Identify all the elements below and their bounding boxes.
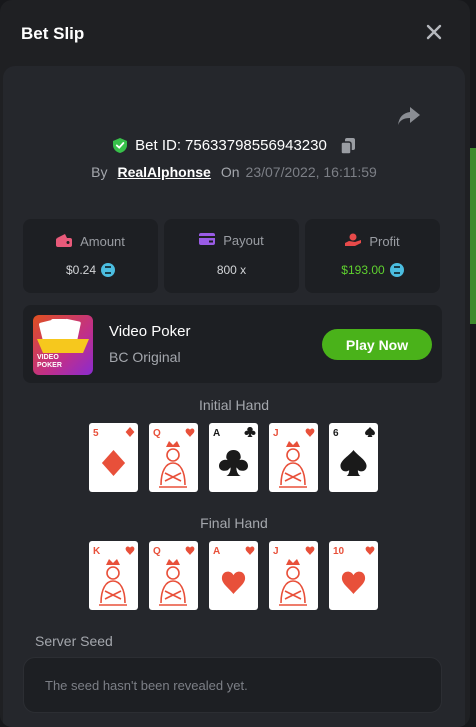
- final-card-2: Q: [149, 541, 198, 610]
- share-icon[interactable]: [397, 106, 421, 126]
- profit-value: $193.00: [341, 263, 385, 277]
- hearts-card-face: K: [93, 546, 135, 606]
- bet-author-row: By RealAlphonse On 23/07/2022, 16:11:59: [3, 164, 465, 180]
- clubs-small-icon: [244, 427, 256, 437]
- bet-slip-modal: Bet Slip Bet ID: 75633798556943230 By Re…: [0, 0, 470, 727]
- card-rank: A: [213, 428, 220, 439]
- card-rank: A: [213, 546, 220, 557]
- initial-hand-cards: 5 Q A J 6: [89, 423, 378, 492]
- final-card-3: A: [209, 541, 258, 610]
- hearts-large-icon: [341, 571, 366, 595]
- bet-stats: Amount $0.24 Payout 800 x Profit $193.00: [23, 219, 440, 293]
- copy-icon[interactable]: [340, 137, 355, 155]
- card-rank: J: [273, 546, 279, 557]
- hearts-small-icon: [125, 546, 135, 555]
- court-figure-icon: [99, 559, 127, 606]
- court-figure-icon: [279, 441, 307, 488]
- stat-profit: Profit $193.00: [305, 219, 440, 293]
- bcd-coin-icon: [101, 263, 116, 277]
- bet-id-label: Bet ID:: [135, 137, 182, 154]
- final-card-4: J: [269, 541, 318, 610]
- hearts-card-face: J: [273, 428, 315, 488]
- court-figure-icon: [159, 441, 187, 488]
- card-rank: 5: [93, 428, 99, 439]
- hearts-large-icon: [221, 571, 246, 595]
- hearts-card-face: A: [213, 546, 255, 595]
- hearts-small-icon: [365, 546, 375, 555]
- play-now-button[interactable]: Play Now: [322, 329, 432, 360]
- hearts-small-icon: [185, 546, 195, 555]
- amount-value: $0.24: [65, 263, 97, 277]
- stat-amount: Amount $0.24: [23, 219, 158, 293]
- game-title: Video Poker: [109, 323, 191, 340]
- final-hand-label: Final Hand: [200, 515, 268, 531]
- payout-value: 800 x: [216, 263, 247, 277]
- spades-card-face: 6: [333, 427, 375, 477]
- initial-card-1: 5: [89, 423, 138, 492]
- card-rank: 10: [333, 546, 345, 557]
- court-figure-icon: [159, 559, 187, 606]
- bet-date: 23/07/2022, 16:11:59: [245, 164, 377, 180]
- bet-id-row: Bet ID: 75633798556943230: [3, 137, 465, 155]
- hearts-card-face: Q: [153, 546, 195, 606]
- wallet-in-icon: [56, 233, 73, 250]
- clubs-card-face: A: [213, 427, 256, 477]
- hearts-card-face: J: [273, 546, 315, 606]
- hearts-small-icon: [305, 428, 315, 437]
- final-card-1: K: [89, 541, 138, 610]
- hearts-small-icon: [185, 428, 195, 437]
- card-rank: 6: [333, 428, 339, 439]
- initial-card-2: Q: [149, 423, 198, 492]
- thumb-label-line2: POKER: [37, 362, 62, 369]
- card-icon: [199, 233, 216, 248]
- initial-card-5: 6: [329, 423, 378, 492]
- hearts-small-icon: [245, 546, 255, 555]
- diamonds-large-icon: [101, 449, 126, 477]
- amount-label: Amount: [80, 234, 125, 249]
- game-card: VIDEO POKER Video Poker BC Original Play…: [23, 305, 442, 383]
- initial-hand-label: Initial Hand: [198, 397, 270, 413]
- bet-id-value: 75633798556943230: [185, 137, 327, 154]
- card-rank: Q: [153, 428, 161, 439]
- server-seed-field: The seed hasn't been revealed yet.: [23, 657, 442, 713]
- game-subtitle: BC Original: [109, 349, 181, 365]
- diamonds-small-icon: [125, 427, 135, 437]
- initial-card-3: A: [209, 423, 258, 492]
- payout-label: Payout: [223, 233, 264, 248]
- card-rank: K: [93, 546, 101, 557]
- bet-detail-panel: Bet ID: 75633798556943230 By RealAlphons…: [3, 66, 465, 727]
- initial-card-4: J: [269, 423, 318, 492]
- thumb-label-line1: VIDEO: [37, 354, 59, 361]
- on-label: On: [220, 164, 240, 180]
- video-poker-thumbnail[interactable]: VIDEO POKER: [33, 315, 93, 375]
- modal-title: Bet Slip: [21, 24, 85, 43]
- shield-check-icon: [113, 138, 128, 153]
- card-rank: Q: [153, 546, 161, 557]
- hand-coin-icon: [345, 233, 362, 250]
- final-hand-cards: K Q A J 10: [89, 541, 378, 610]
- bcd-coin-icon: [389, 263, 404, 277]
- profit-label: Profit: [369, 234, 400, 249]
- final-card-5: 10: [329, 541, 378, 610]
- stat-payout: Payout 800 x: [164, 219, 299, 293]
- spades-small-icon: [365, 427, 375, 437]
- background-right-edge: [470, 148, 476, 324]
- close-icon[interactable]: [424, 22, 444, 42]
- by-label: By: [91, 164, 108, 180]
- court-figure-icon: [279, 559, 307, 606]
- hearts-small-icon: [305, 546, 315, 555]
- diamonds-card-face: 5: [93, 427, 135, 477]
- hearts-card-face: 10: [333, 546, 375, 595]
- hearts-card-face: Q: [153, 428, 195, 488]
- server-seed-placeholder: The seed hasn't been revealed yet.: [45, 678, 248, 693]
- spades-large-icon: [340, 449, 367, 477]
- server-seed-label: Server Seed: [35, 633, 113, 649]
- username-link[interactable]: RealAlphonse: [117, 164, 210, 180]
- clubs-large-icon: [219, 449, 248, 477]
- card-rank: J: [273, 428, 279, 439]
